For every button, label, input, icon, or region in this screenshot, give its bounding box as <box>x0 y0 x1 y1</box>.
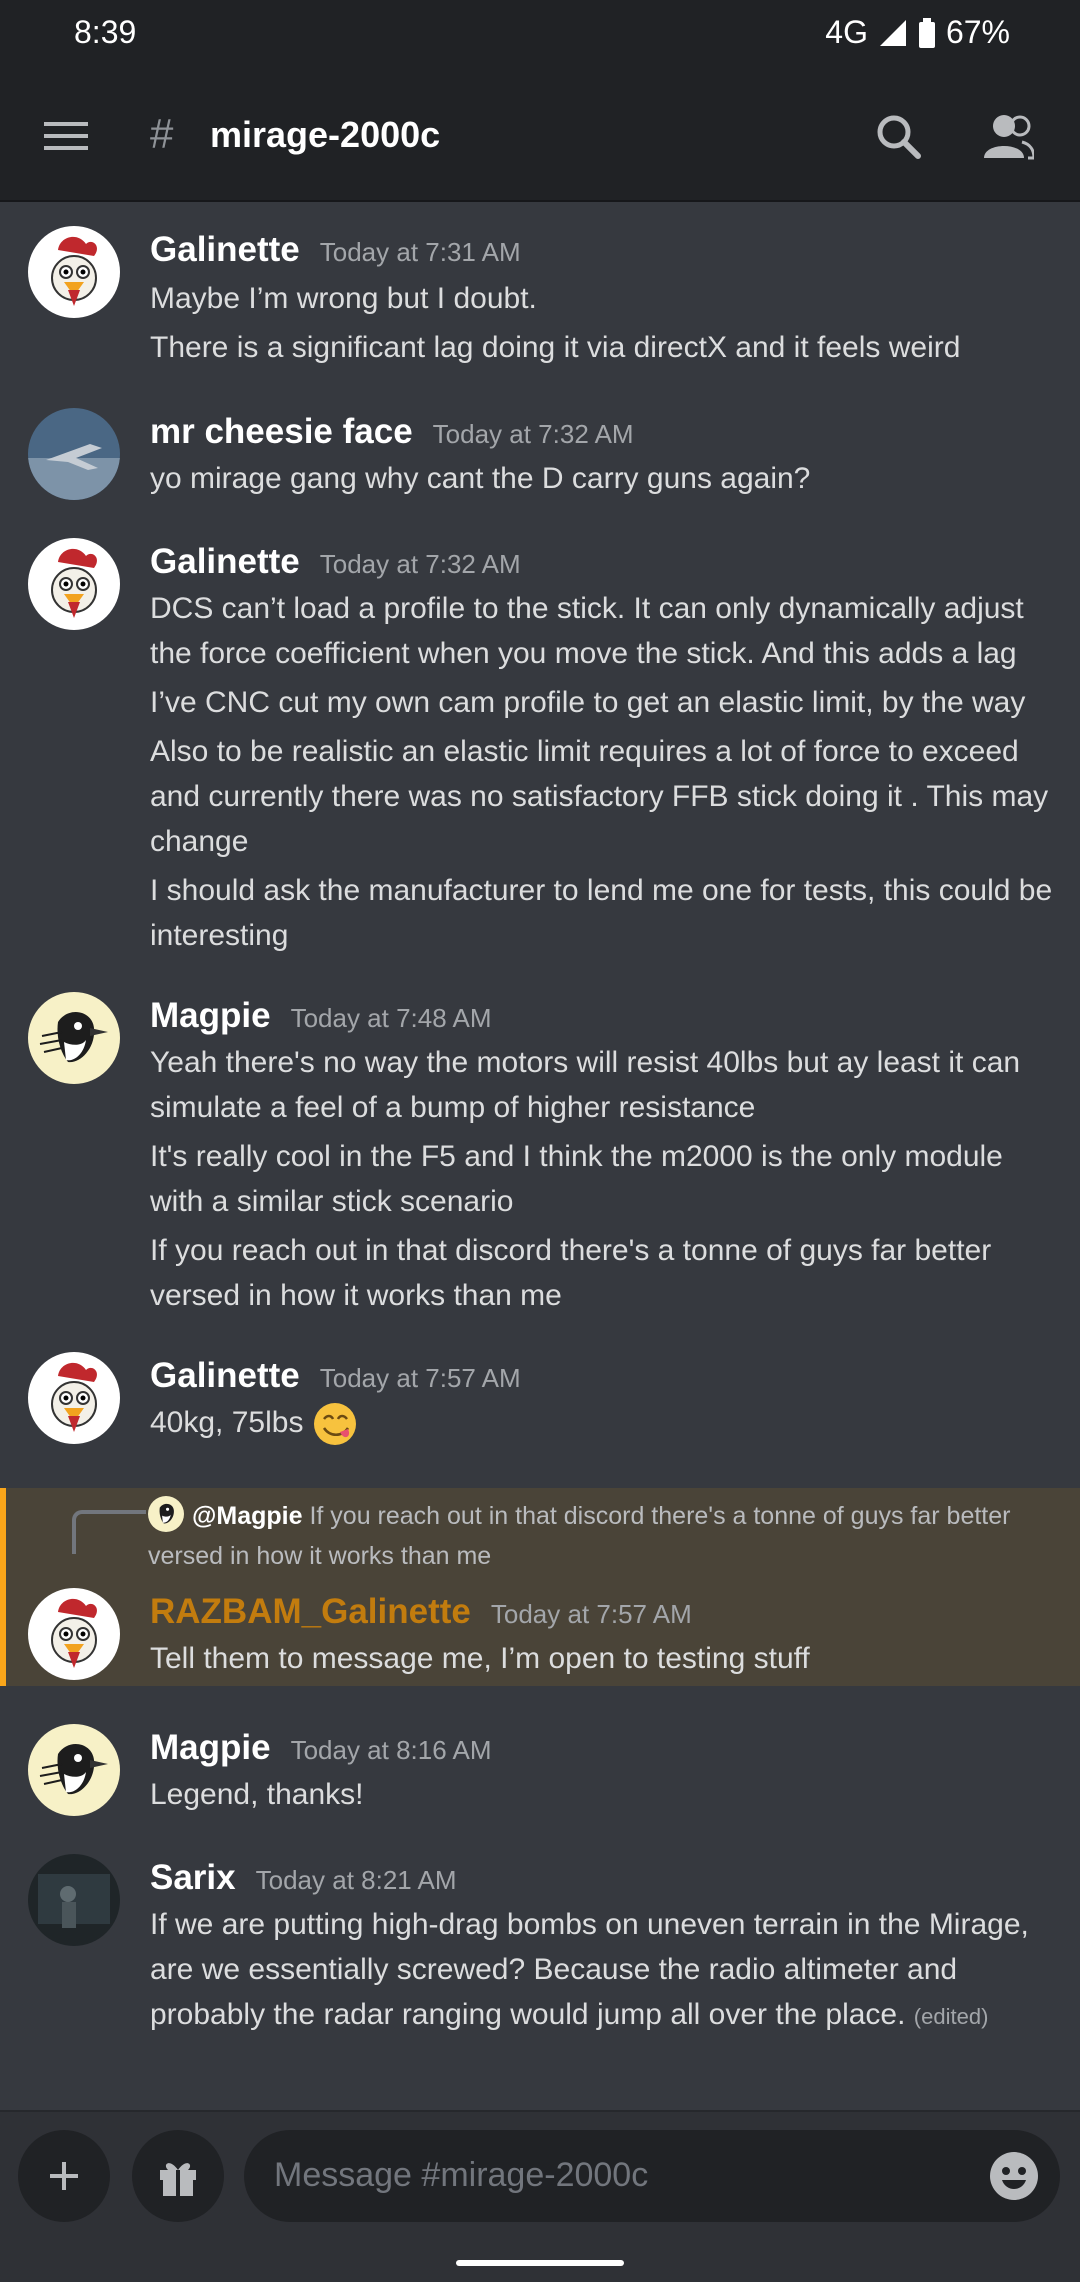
message-line: If we are putting high-drag bombs on une… <box>150 1908 1029 2031</box>
avatar-chicken[interactable] <box>28 1588 120 1680</box>
message-body: yo mirage gang why cant the D carry guns… <box>150 456 1056 501</box>
savoring-food-emoji <box>313 1403 356 1446</box>
message-line: DCS can’t load a profile to the stick. I… <box>150 592 1024 670</box>
message-line: I should ask the manufacturer to lend me… <box>150 874 1053 952</box>
message-input[interactable]: Message #mirage-2000c <box>244 2130 1060 2222</box>
avatar-magpie[interactable] <box>28 992 120 1084</box>
timestamp: Today at 7:57 AM <box>490 1599 692 1629</box>
timestamp: Today at 7:48 AM <box>290 1003 492 1033</box>
edited-tag: (edited) <box>913 2004 989 2029</box>
timestamp: Today at 8:16 AM <box>290 1735 492 1765</box>
message-header: Galinette Today at 7:57 AM <box>150 1356 521 1396</box>
network-type: 4G <box>825 14 868 50</box>
message-line: Tell them to message me, I’m open to tes… <box>150 1642 810 1675</box>
username[interactable]: Galinette <box>150 1356 300 1396</box>
timestamp: Today at 8:21 AM <box>255 1865 457 1895</box>
message-line: If you reach out in that discord there's… <box>150 1234 992 1312</box>
username[interactable]: Magpie <box>150 996 271 1036</box>
message-header: Sarix Today at 8:21 AM <box>150 1858 457 1898</box>
composer-bar: Message #mirage-2000c <box>0 2110 1080 2282</box>
signal-icon <box>879 19 906 46</box>
plus-icon[interactable] <box>18 2130 110 2222</box>
username[interactable]: Galinette <box>150 542 300 582</box>
message-body: Tell them to message me, I’m open to tes… <box>150 1636 1056 1681</box>
timestamp: Today at 7:31 AM <box>319 237 521 267</box>
message-body: Legend, thanks! <box>150 1772 1056 1817</box>
gift-icon[interactable] <box>132 2130 224 2222</box>
username[interactable]: Sarix <box>150 1858 236 1898</box>
message-header: RAZBAM_Galinette Today at 7:57 AM <box>150 1592 692 1632</box>
search-icon[interactable] <box>870 108 926 164</box>
reply-connector <box>72 1510 146 1554</box>
message-body: 40kg, 75lbs <box>150 1400 1056 1447</box>
message-body: Maybe I’m wrong but I doubt. There is a … <box>150 276 1056 370</box>
message-line: Legend, thanks! <box>150 1778 364 1811</box>
message-line: 40kg, 75lbs <box>150 1406 304 1439</box>
battery-icon <box>918 17 935 48</box>
status-bar: 8:39 4G 67% <box>0 0 1080 72</box>
channel-header: # mirage-2000c <box>0 72 1080 202</box>
message-header: Magpie Today at 8:16 AM <box>150 1728 491 1768</box>
avatar-chicken[interactable] <box>28 226 120 318</box>
message-line: Also to be realistic an elastic limit re… <box>150 735 1049 858</box>
username[interactable]: Galinette <box>150 230 300 270</box>
message-line: Yeah there's no way the motors will resi… <box>150 1046 1021 1124</box>
channel-title[interactable]: mirage-2000c <box>210 114 440 156</box>
username[interactable]: mr cheesie face <box>150 412 413 452</box>
avatar-dark-photo[interactable] <box>28 1854 120 1946</box>
timestamp: Today at 7:32 AM <box>319 549 521 579</box>
avatar-chicken[interactable] <box>28 538 120 630</box>
message-header: Magpie Today at 7:48 AM <box>150 996 491 1036</box>
members-icon[interactable] <box>980 108 1036 164</box>
username[interactable]: Magpie <box>150 1728 271 1768</box>
reply-avatar-magpie <box>148 1496 184 1532</box>
timestamp: Today at 7:32 AM <box>432 419 634 449</box>
hash-icon: # <box>150 110 174 157</box>
message-line: I’ve CNC cut my own cam profile to get a… <box>150 686 1026 719</box>
avatar-magpie[interactable] <box>28 1724 120 1816</box>
status-time: 8:39 <box>74 14 137 50</box>
reply-preview[interactable]: @Magpie If you reach out in that discord… <box>148 1496 1048 1576</box>
message-line: Maybe I’m wrong but I doubt. <box>150 282 537 315</box>
message-body: Yeah there's no way the motors will resi… <box>150 1040 1056 1318</box>
message-header: mr cheesie face Today at 7:32 AM <box>150 412 634 452</box>
message-header: Galinette Today at 7:32 AM <box>150 542 521 582</box>
message-placeholder: Message #mirage-2000c <box>274 2156 649 2194</box>
home-indicator[interactable] <box>456 2260 624 2266</box>
message-line: There is a significant lag doing it via … <box>150 331 961 364</box>
avatar-chicken[interactable] <box>28 1352 120 1444</box>
message-line: It's really cool in the F5 and I think t… <box>150 1140 1003 1218</box>
username[interactable]: RAZBAM_Galinette <box>150 1592 471 1632</box>
hamburger-menu-icon[interactable] <box>38 108 94 164</box>
message-list[interactable]: Galinette Today at 7:31 AM Maybe I’m wro… <box>0 200 1080 2110</box>
message-body: DCS can’t load a profile to the stick. I… <box>150 586 1056 958</box>
emoji-icon[interactable] <box>988 2150 1040 2202</box>
status-indicators: 4G 67% <box>825 14 1010 51</box>
battery-level: 67% <box>945 14 1010 50</box>
message-header: Galinette Today at 7:31 AM <box>150 230 521 270</box>
message-body: If we are putting high-drag bombs on une… <box>150 1902 1056 2039</box>
timestamp: Today at 7:57 AM <box>319 1363 521 1393</box>
avatar-jet[interactable] <box>28 408 120 500</box>
message-line: yo mirage gang why cant the D carry guns… <box>150 462 811 495</box>
reply-mention[interactable]: @Magpie <box>192 1502 303 1530</box>
